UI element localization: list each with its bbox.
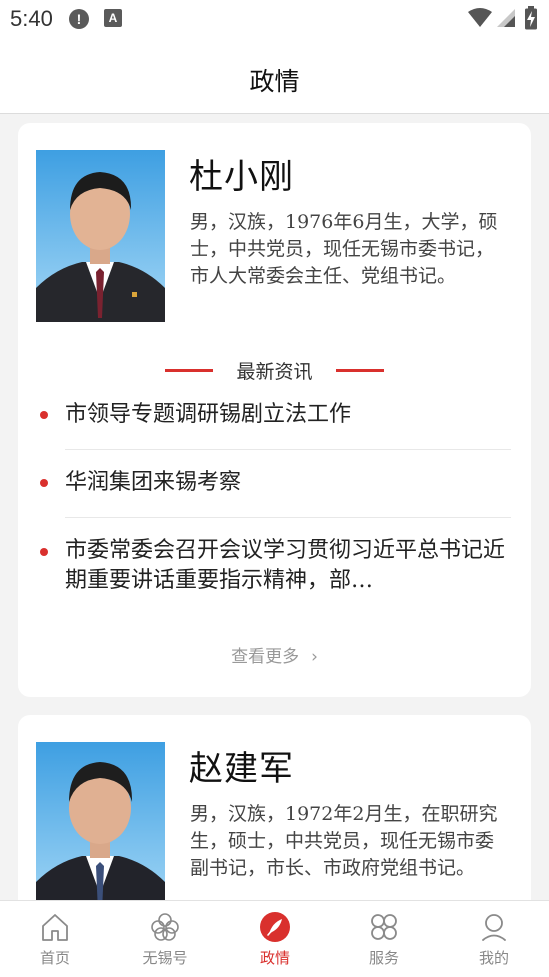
tab-politics[interactable]: 政情: [220, 901, 330, 977]
tab-label: 首页: [39, 949, 70, 967]
tab-home[interactable]: 首页: [0, 901, 110, 977]
wifi-icon: [468, 8, 492, 27]
tab-label: 政情: [259, 949, 290, 967]
grid-icon: [371, 914, 397, 940]
bullet-dot-icon: [40, 548, 48, 556]
home-icon: [42, 914, 68, 941]
leader-bio: 男，汉族，1976年6月生，大学，硕士，中共党员，现任无锡市委书记，市人大常委会…: [190, 211, 498, 287]
leader-portrait: [36, 742, 165, 914]
alert-icon: !: [69, 9, 89, 29]
view-more-link[interactable]: 查看更多 ›: [18, 642, 531, 670]
tab-service[interactable]: 服务: [329, 901, 439, 977]
leader-card[interactable]: 赵建军 男，汉族，1972年2月生，在职研究生，硕士，中共党员，现任无锡市委副书…: [18, 715, 531, 915]
news-item[interactable]: 市领导专题调研锡剧立法工作: [18, 398, 531, 458]
signal-icon: [497, 9, 515, 27]
news-title: 市领导专题调研锡剧立法工作: [65, 402, 352, 427]
tab-label: 我的: [478, 949, 509, 967]
page-title: 政情: [249, 67, 300, 96]
leader-name: 杜小刚: [189, 157, 294, 197]
news-title: 华润集团来锡考察: [65, 470, 242, 495]
a-icon: A: [104, 9, 122, 27]
page-header: 政情: [0, 38, 549, 114]
bullet-dot-icon: [40, 411, 48, 419]
quill-icon: [260, 912, 290, 942]
leader-card[interactable]: 杜小刚 男，汉族，1976年6月生，大学，硕士，中共党员，现任无锡市委书记，市人…: [18, 123, 531, 697]
news-item[interactable]: 市委常委会召开会议学习贯彻习近平总书记近期重要讲话重要指示精神，部…: [18, 536, 531, 606]
tab-mine[interactable]: 我的: [439, 901, 549, 977]
wuxi-flower-icon: [151, 913, 179, 941]
leader-name: 赵建军: [189, 749, 294, 789]
chevron-right-icon: ›: [311, 647, 318, 667]
battery-charging-icon: [525, 6, 537, 30]
leader-portrait: [36, 150, 165, 322]
news-title: 市委常委会召开会议学习贯彻习近平总书记近期重要讲话重要指示精神，部…: [65, 538, 505, 593]
bullet-dot-icon: [40, 479, 48, 487]
bottom-tab-bar: 首页 无锡号 政情 服务 我的: [0, 900, 549, 977]
heading-divider-right: [336, 369, 384, 372]
view-more-label: 查看更多: [231, 647, 300, 667]
divider: [65, 517, 511, 518]
status-bar: 5:40 ! A: [0, 0, 549, 38]
divider: [65, 449, 511, 450]
leader-bio: 男，汉族，1972年2月生，在职研究生，硕士，中共党员，现任无锡市委副书记，市长…: [190, 803, 498, 879]
tab-label: 服务: [368, 949, 399, 967]
news-item[interactable]: 华润集团来锡考察: [18, 466, 531, 526]
news-heading-label: 最新资讯: [236, 361, 313, 383]
status-time: 5:40: [10, 6, 53, 31]
tab-label: 无锡号: [142, 949, 188, 967]
user-icon: [482, 914, 506, 941]
news-section-heading: 最新资讯: [18, 355, 531, 385]
tab-wuxi[interactable]: 无锡号: [110, 901, 220, 977]
